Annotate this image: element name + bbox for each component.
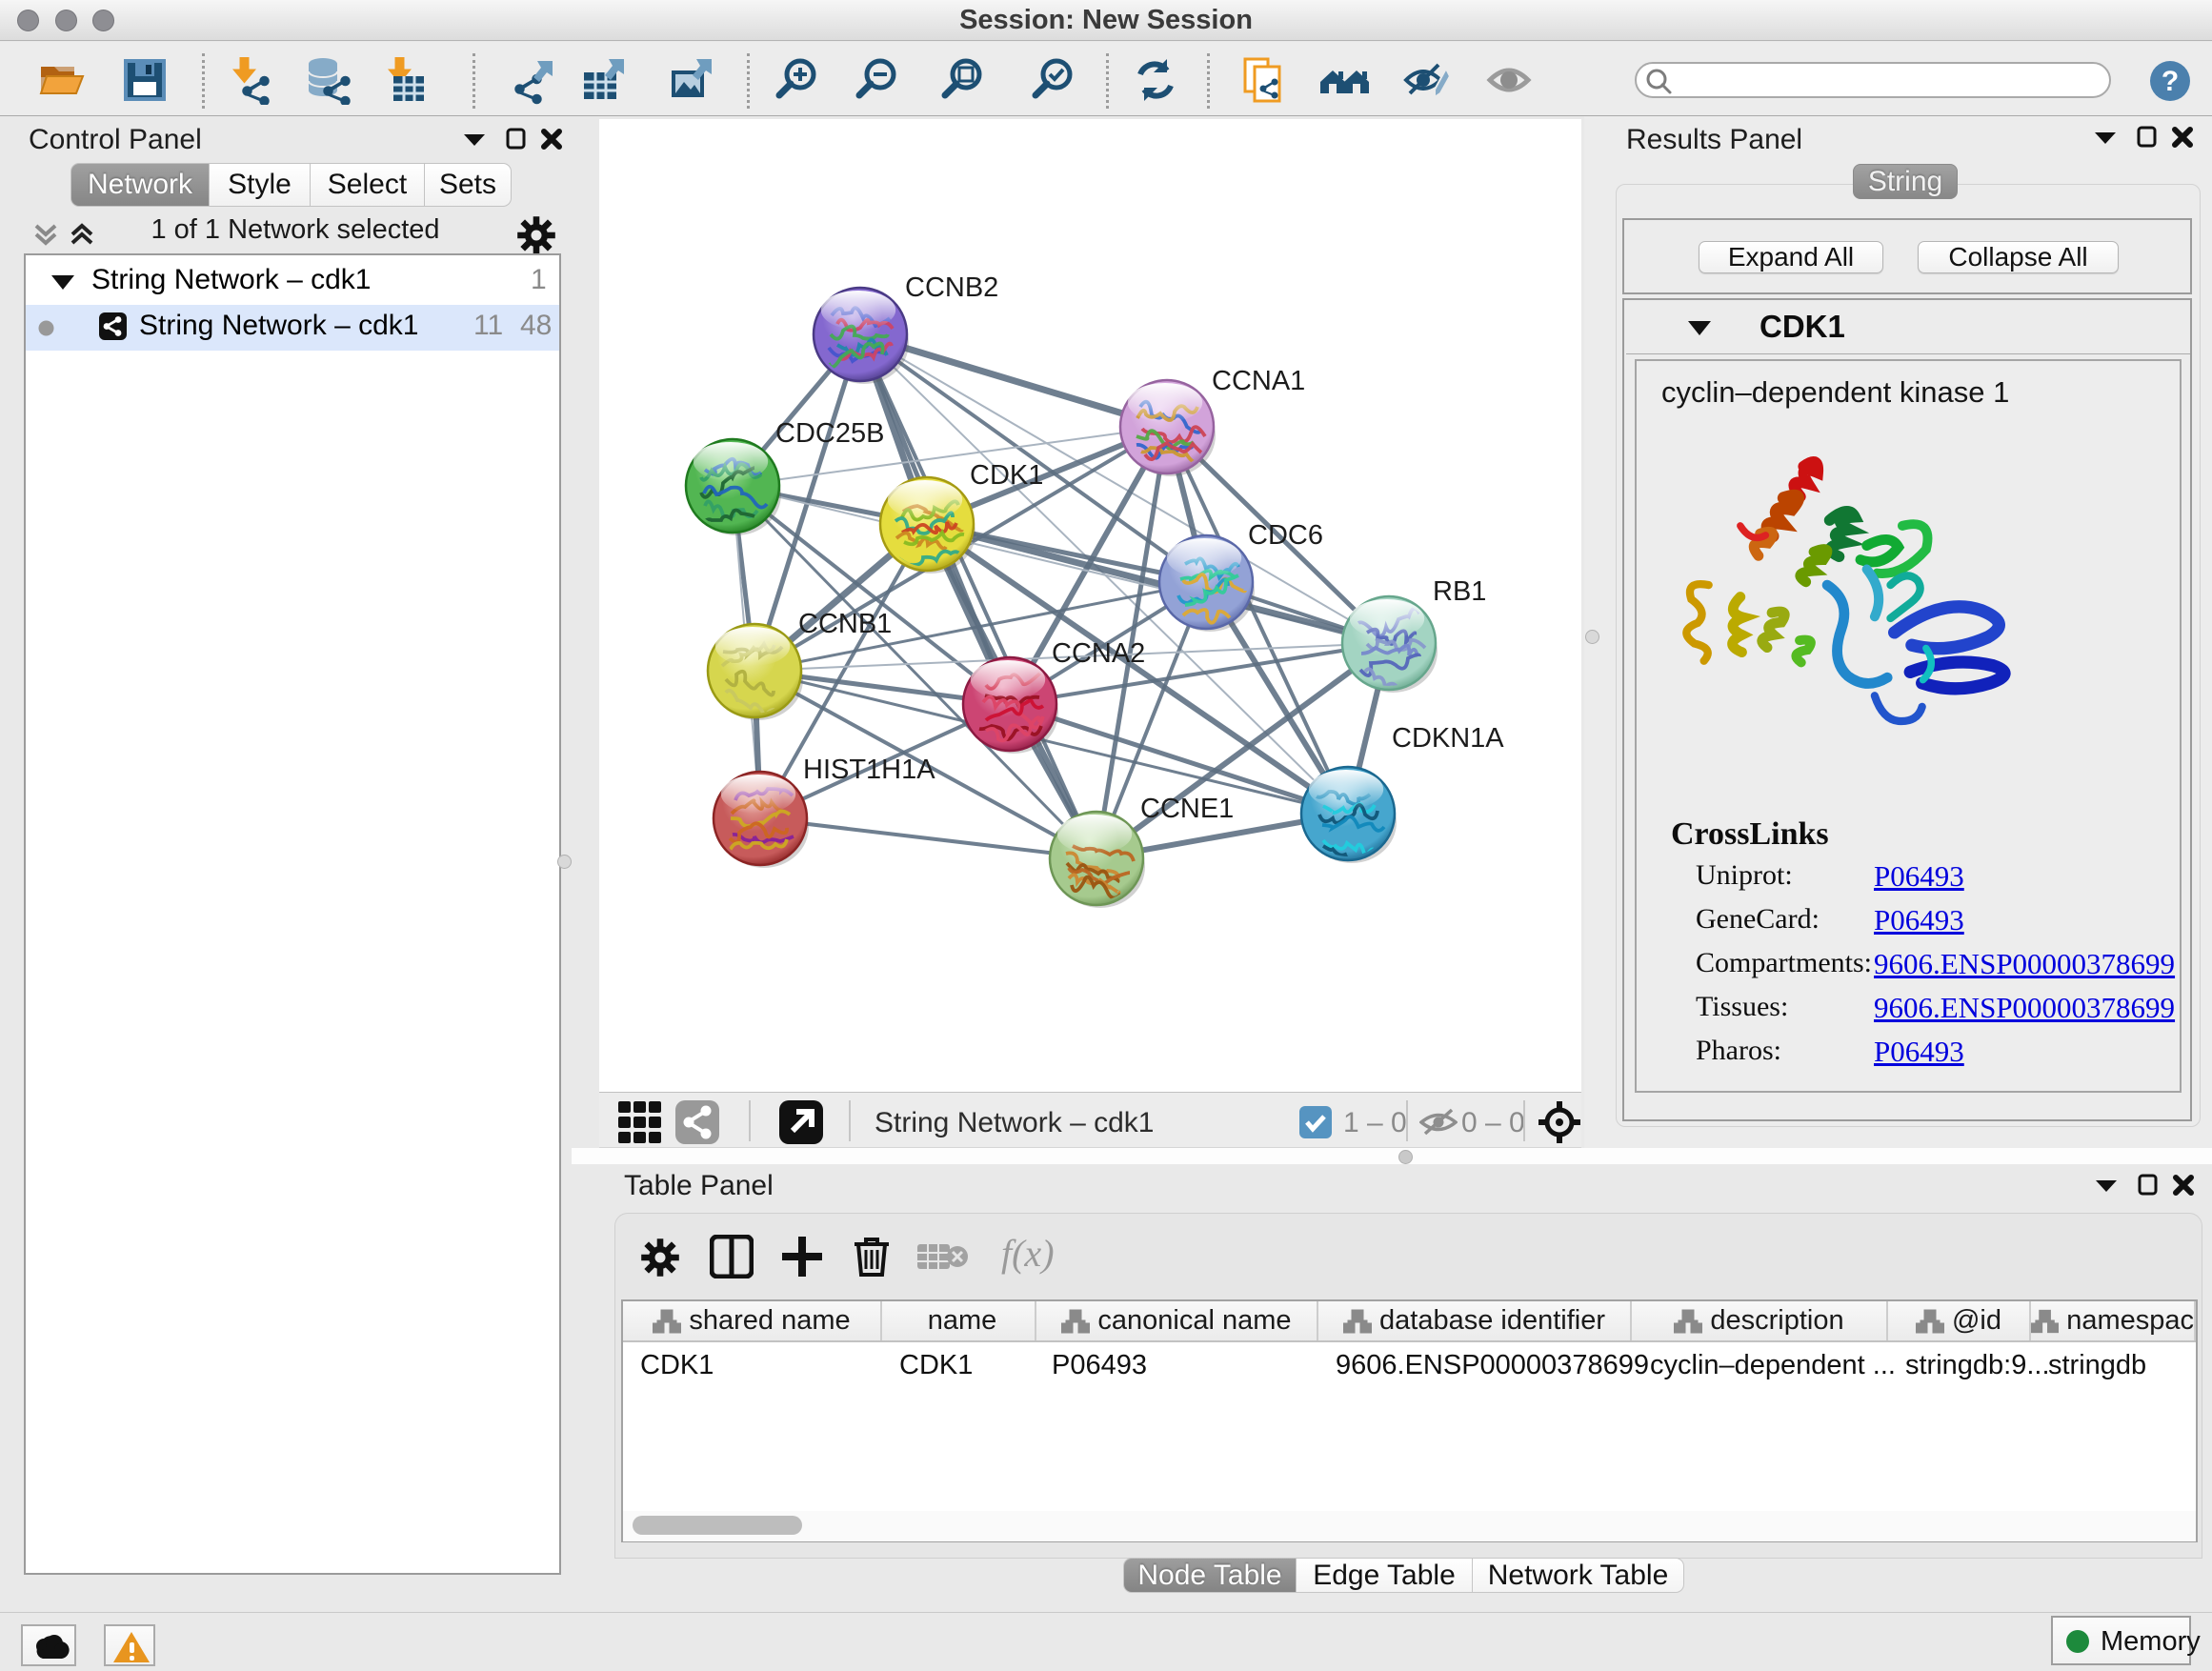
svg-text:CCNA2: CCNA2 <box>1052 638 1145 669</box>
svg-text:CCNB1: CCNB1 <box>798 609 892 639</box>
svg-text:CDKN1A: CDKN1A <box>1392 723 1504 754</box>
svg-text:HIST1H1A: HIST1H1A <box>803 755 935 785</box>
svg-text:CDK1: CDK1 <box>970 460 1043 491</box>
svg-text:RB1: RB1 <box>1433 576 1486 607</box>
svg-text:CCNE1: CCNE1 <box>1140 794 1234 824</box>
svg-text:CCNB2: CCNB2 <box>905 272 998 303</box>
svg-text:CDC6: CDC6 <box>1248 520 1323 551</box>
svg-text:CDC25B: CDC25B <box>775 418 884 449</box>
svg-text:?: ? <box>2162 66 2179 97</box>
svg-text:CCNA1: CCNA1 <box>1212 366 1305 396</box>
